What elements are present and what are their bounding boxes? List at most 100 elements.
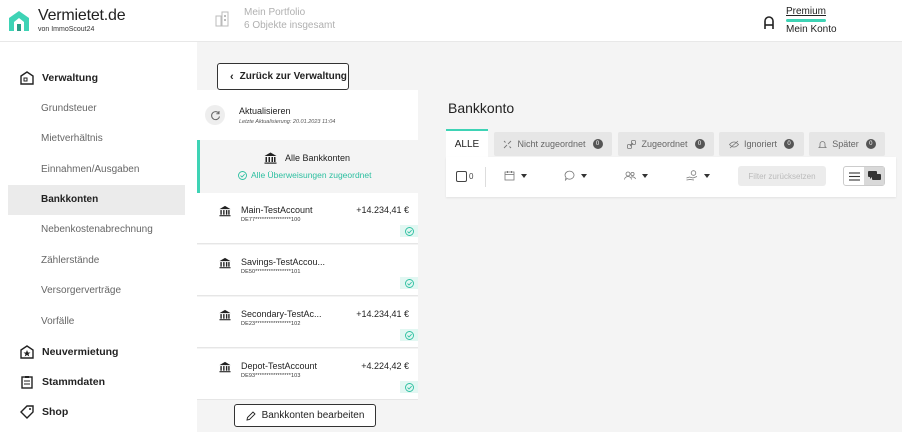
- user-icon: [764, 16, 774, 29]
- bank-account-card[interactable]: Depot-TestAccount DE93****************10…: [197, 349, 418, 400]
- bank-icon: [219, 257, 231, 269]
- account-iban: DE23****************102: [241, 321, 301, 327]
- bank-accounts-panel: ‹ Zurück zur Verwaltung Aktualisieren Le…: [197, 42, 418, 432]
- bell-icon: [818, 140, 828, 148]
- logo-subtitle: von ImmoScout24: [38, 26, 95, 33]
- tab-nicht-zugeordnet[interactable]: Nicht zugeordnet 0: [494, 132, 612, 156]
- buildings-icon: [215, 11, 229, 27]
- sidebar-item-grundsteuer[interactable]: Grundsteuer: [8, 94, 185, 124]
- unlink-icon: [504, 140, 512, 148]
- sidebar-section-label: Neuvermietung: [42, 346, 119, 358]
- account-name: Secondary-TestAc...: [241, 309, 322, 319]
- page-title: Bankkonto: [448, 100, 515, 116]
- check-circle-icon: [400, 381, 418, 393]
- sidebar-item-versorgervertraege[interactable]: Versorgerverträge: [8, 276, 185, 306]
- back-button-label: Zurück zur Verwaltung: [239, 71, 347, 82]
- main-content: Bankkonto ALLE Nicht zugeordnet 0 Zugeor…: [418, 42, 902, 432]
- tenant-filter-dropdown[interactable]: [624, 170, 648, 181]
- view-toggle: [843, 166, 885, 186]
- bank-icon: [219, 205, 231, 217]
- tab-label: Ignoriert: [743, 139, 778, 149]
- bank-icon: [264, 152, 277, 164]
- sidebar-item-vorfaelle[interactable]: Vorfälle: [8, 307, 185, 337]
- edit-bank-accounts-button[interactable]: Bankkonten bearbeiten: [234, 404, 376, 427]
- sidebar-item-einnahmen-ausgaben[interactable]: Einnahmen/Ausgaben: [8, 155, 185, 185]
- portfolio-selector[interactable]: Mein Portfolio 6 Objekte insgesamt: [214, 6, 335, 32]
- bank-account-card[interactable]: Main-TestAccount DE77****************100…: [197, 193, 418, 244]
- chevron-down-icon: [704, 173, 710, 178]
- account-name: Depot-TestAccount: [241, 361, 318, 371]
- reset-filters-button[interactable]: Filter zurücksetzen: [738, 166, 826, 186]
- sidebar-item-zaehlerstaende[interactable]: Zählerstände: [8, 246, 185, 276]
- account-iban: DE93****************103: [241, 373, 301, 379]
- house-icon: [20, 71, 34, 85]
- tab-spaeter[interactable]: Später 0: [809, 132, 885, 156]
- back-to-verwaltung-button[interactable]: ‹ Zurück zur Verwaltung: [217, 63, 349, 90]
- date-filter-dropdown[interactable]: [504, 170, 527, 181]
- list-icon: [848, 171, 860, 181]
- sidebar-section-neuvermietung[interactable]: Neuvermietung: [20, 345, 118, 359]
- sidebar-section-stammdaten[interactable]: Stammdaten: [20, 375, 105, 389]
- check-circle-icon: [400, 277, 418, 289]
- all-accounts-label: Alle Bankkonten: [285, 153, 351, 163]
- tab-count-badge: 0: [784, 139, 795, 149]
- bank-account-card[interactable]: Savings-TestAccou... DE50***************…: [197, 245, 418, 296]
- sidebar-section-verwaltung[interactable]: Verwaltung: [20, 71, 98, 85]
- chat-icon: [564, 170, 575, 181]
- account-name: Savings-TestAccou...: [241, 257, 326, 267]
- account-name: Main-TestAccount: [241, 205, 313, 215]
- pencil-icon: [245, 410, 256, 421]
- category-filter-dropdown[interactable]: [564, 170, 587, 181]
- chevron-down-icon: [581, 173, 587, 178]
- tab-ignoriert[interactable]: Ignoriert 0: [719, 132, 804, 156]
- bank-icon: [219, 361, 231, 373]
- refresh-icon[interactable]: [205, 105, 225, 125]
- edit-button-label: Bankkonten bearbeiten: [261, 410, 365, 421]
- tab-count-badge: 0: [694, 139, 705, 149]
- account-balance: +14.234,41 €: [356, 205, 409, 215]
- tab-label: Nicht zugeordnet: [517, 139, 586, 149]
- account-balance: +14.234,41 €: [356, 309, 409, 319]
- account-menu[interactable]: Premium Mein Konto: [762, 6, 837, 36]
- my-account-label: Mein Konto: [786, 24, 837, 35]
- link-icon: [627, 139, 637, 149]
- house-star-icon: [20, 345, 34, 359]
- check-circle-icon: [400, 329, 418, 341]
- filter-bar: 0 Filter zurücksetzen: [446, 157, 896, 197]
- last-update-text: Letzte Aktualisierung: 20.01.2023 11:04: [239, 118, 336, 125]
- amount-filter-dropdown[interactable]: [686, 170, 710, 181]
- tab-zugeordnet[interactable]: Zugeordnet 0: [618, 132, 714, 156]
- eye-off-icon: [728, 140, 739, 148]
- sidebar-section-label: Verwaltung: [42, 72, 99, 84]
- chat-bubbles-icon: [867, 171, 881, 180]
- check-circle-icon: [238, 170, 247, 180]
- bank-account-card[interactable]: Secondary-TestAc... DE23****************…: [197, 297, 418, 348]
- list-view-button[interactable]: [844, 167, 864, 185]
- refresh-title: Aktualisieren: [239, 105, 291, 116]
- all-assigned-status: Alle Überweisungen zugeordnet: [251, 170, 372, 180]
- selected-count: 0: [469, 172, 474, 181]
- sidebar-item-bankkonten[interactable]: Bankkonten: [8, 185, 185, 215]
- tag-icon: [20, 405, 34, 419]
- chevron-left-icon: ‹: [230, 70, 234, 83]
- premium-link[interactable]: Premium: [786, 6, 837, 18]
- logo[interactable]: Vermietet.de von ImmoScout24: [8, 8, 126, 33]
- tab-label: ALLE: [454, 138, 480, 150]
- sidebar: Verwaltung Grundsteuer Mietverhältnis Ei…: [0, 42, 197, 432]
- chat-view-button[interactable]: [864, 167, 884, 185]
- account-iban: DE50****************101: [241, 269, 301, 275]
- tab-count-badge: 0: [865, 139, 876, 149]
- select-all-checkbox[interactable]: [456, 171, 467, 182]
- bank-icon: [219, 309, 231, 321]
- chevron-down-icon: [642, 173, 648, 178]
- all-accounts-item[interactable]: Alle Bankkonten Alle Überweisungen zugeo…: [197, 140, 418, 193]
- sidebar-item-nebenkostenabrechnung[interactable]: Nebenkostenabrechnung: [8, 215, 185, 245]
- sidebar-item-mietverhaeltnis[interactable]: Mietverhältnis: [8, 124, 185, 154]
- people-icon: [624, 171, 636, 180]
- tab-label: Zugeordnet: [641, 139, 688, 149]
- tab-alle[interactable]: ALLE: [446, 129, 488, 157]
- refresh-row[interactable]: Aktualisieren Letzte Aktualisierung: 20.…: [197, 90, 418, 140]
- chevron-down-icon: [521, 173, 527, 178]
- sidebar-section-label: Stammdaten: [42, 376, 106, 388]
- sidebar-section-shop[interactable]: Shop: [20, 405, 68, 419]
